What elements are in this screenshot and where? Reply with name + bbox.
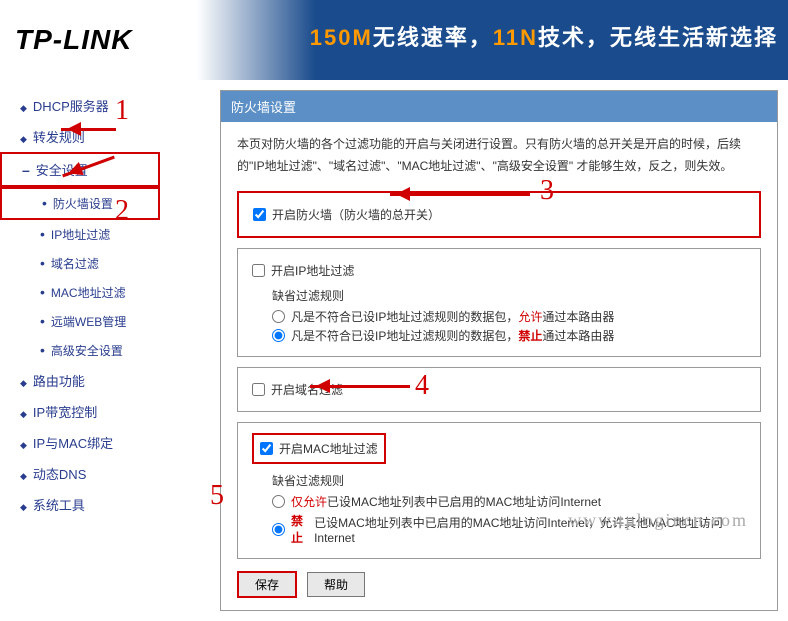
arrow-1 — [61, 128, 116, 131]
sidebar-item-macfilter[interactable]: MAC地址过滤 — [0, 278, 160, 307]
watermark: www.tplogincn.com — [568, 510, 748, 531]
domainfilter-label: 开启域名过滤 — [271, 381, 343, 398]
sidebar-item-domainfilter[interactable]: 域名过滤 — [0, 249, 160, 278]
sidebar-item-dhcp[interactable]: DHCP服务器 — [0, 90, 160, 121]
main-container: DHCP服务器 转发规则 安全设置 防火墙设置 IP地址过滤 域名过滤 MAC地… — [0, 80, 788, 621]
panel-title: 防火墙设置 — [221, 91, 777, 122]
macfilter-deny-radio[interactable] — [272, 523, 285, 536]
help-button[interactable]: 帮助 — [307, 572, 365, 597]
button-row: 保存 帮助 — [237, 571, 761, 598]
tagline: 150M无线速率，11N技术，无线生活新选择 — [310, 20, 778, 52]
macfilter-checkbox[interactable] — [260, 442, 273, 455]
macfilter-allow-radio[interactable] — [272, 495, 285, 508]
macfilter-rule-label: 缺省过滤规则 — [272, 472, 746, 489]
sidebar: DHCP服务器 转发规则 安全设置 防火墙设置 IP地址过滤 域名过滤 MAC地… — [0, 80, 160, 621]
sidebar-item-bandwidth[interactable]: IP带宽控制 — [0, 396, 160, 427]
logo: TP-LINK — [0, 24, 132, 56]
domainfilter-checkbox[interactable] — [252, 383, 265, 396]
ipfilter-section: 开启IP地址过滤 缺省过滤规则 凡是不符合已设IP地址过滤规则的数据包，允许通过… — [237, 248, 761, 357]
save-button[interactable]: 保存 — [237, 571, 297, 598]
description: 本页对防火墙的各个过滤功能的开启与关闭进行设置。只有防火墙的总开关是开启的时候，… — [237, 134, 761, 177]
firewall-toggle-checkbox[interactable] — [253, 208, 266, 221]
sidebar-item-ipmac[interactable]: IP与MAC绑定 — [0, 427, 160, 458]
arrow-4 — [310, 385, 410, 388]
firewall-toggle-label: 开启防火墙（防火墙的总开关） — [272, 206, 440, 223]
arrow-3 — [390, 193, 530, 196]
firewall-toggle-section: 开启防火墙（防火墙的总开关） — [237, 191, 761, 238]
ipfilter-allow-radio[interactable] — [272, 310, 285, 323]
sidebar-item-ddns[interactable]: 动态DNS — [0, 458, 160, 489]
header: TP-LINK 150M无线速率，11N技术，无线生活新选择 — [0, 0, 788, 80]
ipfilter-deny-radio[interactable] — [272, 329, 285, 342]
firewall-panel: 防火墙设置 本页对防火墙的各个过滤功能的开启与关闭进行设置。只有防火墙的总开关是… — [220, 90, 778, 611]
sidebar-item-firewall[interactable]: 防火墙设置 — [0, 187, 160, 220]
sidebar-item-system[interactable]: 系统工具 — [0, 489, 160, 520]
ipfilter-checkbox[interactable] — [252, 264, 265, 277]
macfilter-section: 开启MAC地址过滤 缺省过滤规则 仅允许已设MAC地址列表中已启用的MAC地址访… — [237, 422, 761, 559]
macfilter-label: 开启MAC地址过滤 — [279, 440, 378, 457]
ipfilter-label: 开启IP地址过滤 — [271, 262, 354, 279]
ipfilter-rule-label: 缺省过滤规则 — [272, 287, 746, 304]
sidebar-item-ipfilter[interactable]: IP地址过滤 — [0, 220, 160, 249]
sidebar-item-routing[interactable]: 路由功能 — [0, 365, 160, 396]
content: 防火墙设置 本页对防火墙的各个过滤功能的开启与关闭进行设置。只有防火墙的总开关是… — [160, 80, 788, 621]
sidebar-item-remoteweb[interactable]: 远端WEB管理 — [0, 307, 160, 336]
sidebar-item-advsec[interactable]: 高级安全设置 — [0, 336, 160, 365]
